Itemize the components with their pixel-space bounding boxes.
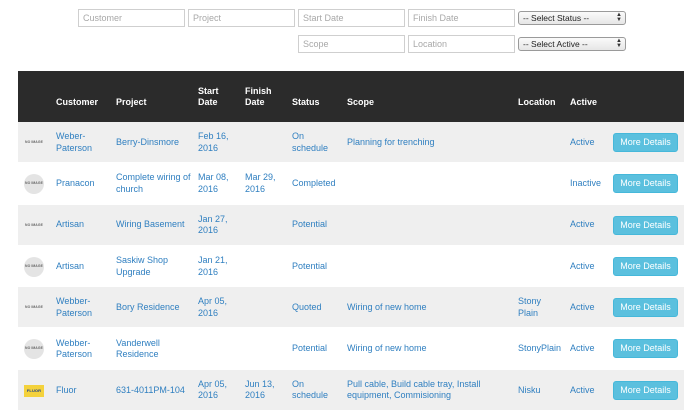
no-image-thumbnail: NO IMAGE <box>24 298 44 318</box>
column-header-finish-date[interactable]: Finish Date <box>245 86 275 108</box>
customer-link[interactable]: Fluor <box>56 385 111 397</box>
no-image-thumbnail: NO IMAGE <box>24 256 44 277</box>
active-status: Active <box>570 136 595 147</box>
table-header: Customer Project Start Date Finish Date … <box>18 71 684 122</box>
finish-date-filter-input[interactable] <box>408 9 515 27</box>
column-header-start-date[interactable]: Start Date <box>198 86 228 108</box>
active-status: Active <box>570 384 595 395</box>
table-row: NO IMAGE Pranacon Complete wiring of churc… <box>18 163 684 205</box>
column-header-status[interactable]: Status <box>292 97 320 108</box>
table-body: NO IMAGE Weber-Paterson Berry-Dinsmore Feb … <box>18 122 684 412</box>
thumbnail-label: NO IMAGE <box>25 181 43 186</box>
customer-logo: FLUOR <box>24 384 44 397</box>
thumbnail-label: FLUOR <box>26 387 42 393</box>
start-date: Apr 05, 2016 <box>198 378 228 401</box>
status-select-value: -- Select Status -- <box>523 13 590 23</box>
customer-link[interactable]: Webber-Paterson <box>56 338 111 361</box>
more-details-button[interactable]: More Details <box>613 380 678 400</box>
location-filter-input[interactable] <box>408 35 515 53</box>
active-select[interactable]: -- Select Active -- ▲ ▼ <box>518 37 626 51</box>
no-image-thumbnail: NO IMAGE <box>24 339 44 360</box>
table-row: NO IMAGE Artisan Saskiw Shop Upgrade Jan 21… <box>18 245 684 288</box>
status-select[interactable]: -- Select Status -- ▲ ▼ <box>518 11 626 25</box>
table-row: NO IMAGE Weber-Paterson Berry-Dinsmore Feb … <box>18 122 684 164</box>
status: Quoted <box>292 302 322 313</box>
status: Potential <box>292 260 328 271</box>
project-link[interactable]: Bory Residence <box>116 302 191 314</box>
more-details-button[interactable]: More Details <box>613 256 678 276</box>
more-details-button[interactable]: More Details <box>613 339 678 359</box>
projects-table: Customer Project Start Date Finish Date … <box>18 71 684 412</box>
thumbnail-label: NO IMAGE <box>25 305 43 310</box>
table-row: NO IMAGE Webber-Paterson Vanderwell Reside… <box>18 328 684 370</box>
scope: Pull cable, Build cable tray, Install eq… <box>347 378 481 401</box>
column-header-location[interactable]: Location <box>518 97 556 108</box>
table-row: NO IMAGE Artisan Wiring Basement Jan 27, 20… <box>18 204 684 246</box>
customer-link[interactable]: Weber-Paterson <box>56 131 111 154</box>
active-select-value: -- Select Active -- <box>523 39 588 49</box>
table-row: NO IMAGE Webber-Paterson Bory Residence Apr… <box>18 287 684 329</box>
status: On schedule <box>292 378 329 401</box>
project-link[interactable]: Berry-Dinsmore <box>116 137 191 149</box>
more-details-button[interactable]: More Details <box>613 174 678 194</box>
status: Completed <box>292 178 336 189</box>
column-header-customer[interactable]: Customer <box>56 97 98 108</box>
more-details-button[interactable]: More Details <box>613 298 678 318</box>
active-status: Active <box>570 343 595 354</box>
start-date: Jan 21, 2016 <box>198 255 228 277</box>
active-status: Active <box>570 260 595 271</box>
status: Potential <box>292 219 328 230</box>
active-status: Active <box>570 219 595 230</box>
table-row: FLUOR Fluor 631-4011PM-104 Apr 05, 2016 Jun … <box>18 369 684 412</box>
finish-date: Mar 29, 2016 <box>245 172 276 194</box>
thumbnail-label: NO IMAGE <box>25 140 43 144</box>
project-link[interactable]: Wiring Basement <box>116 219 191 231</box>
no-image-thumbnail: NO IMAGE <box>24 133 44 153</box>
no-image-thumbnail: NO IMAGE <box>24 216 44 236</box>
start-date-filter-input[interactable] <box>298 9 405 27</box>
active-status: Active <box>570 302 595 313</box>
scope: Planning for trenching <box>347 136 435 147</box>
thumbnail-label: NO IMAGE <box>25 263 43 268</box>
finish-date: Jun 13, 2016 <box>245 378 275 401</box>
status: On schedule <box>292 131 329 153</box>
project-link[interactable]: Complete wiring of church <box>116 172 191 195</box>
customer-link[interactable]: Webber-Paterson <box>56 296 111 319</box>
column-header-project[interactable]: Project <box>116 97 147 108</box>
location: Nisku <box>518 384 541 395</box>
customer-link[interactable]: Artisan <box>56 219 111 231</box>
project-filter-input[interactable] <box>188 9 295 27</box>
start-date: Jan 27, 2016 <box>198 213 228 236</box>
start-date: Feb 16, 2016 <box>198 131 229 153</box>
thumbnail-label: NO IMAGE <box>25 222 43 227</box>
status: Potential <box>292 343 328 354</box>
scope: Wiring of new home <box>347 343 427 354</box>
project-link[interactable]: 631-4011PM-104 <box>116 385 191 397</box>
start-date: Mar 08, 2016 <box>198 172 229 194</box>
customer-link[interactable]: Pranacon <box>56 178 111 190</box>
customer-filter-input[interactable] <box>78 9 185 27</box>
location: StonyPlain <box>518 343 562 354</box>
location: Stony Plain <box>518 296 542 318</box>
thumbnail-label: NO IMAGE <box>25 346 43 351</box>
select-arrows-icon: ▲ ▼ <box>616 38 622 49</box>
select-arrows-icon: ▲ ▼ <box>616 12 622 23</box>
project-link[interactable]: Saskiw Shop Upgrade <box>116 255 191 278</box>
project-link[interactable]: Vanderwell Residence <box>116 338 191 361</box>
more-details-button[interactable]: More Details <box>613 215 678 235</box>
no-image-thumbnail: NO IMAGE <box>24 174 44 195</box>
customer-link[interactable]: Artisan <box>56 261 111 273</box>
scope-filter-input[interactable] <box>298 35 405 53</box>
column-header-active[interactable]: Active <box>570 97 597 108</box>
active-status: Inactive <box>570 178 602 189</box>
filter-bar: -- Select Status -- ▲▼ -- Select Active … <box>0 0 700 70</box>
more-details-button[interactable]: More Details <box>613 133 678 152</box>
start-date: Apr 05, 2016 <box>198 296 228 318</box>
scope: Wiring of new home <box>347 302 427 313</box>
column-header-scope[interactable]: Scope <box>347 97 374 108</box>
